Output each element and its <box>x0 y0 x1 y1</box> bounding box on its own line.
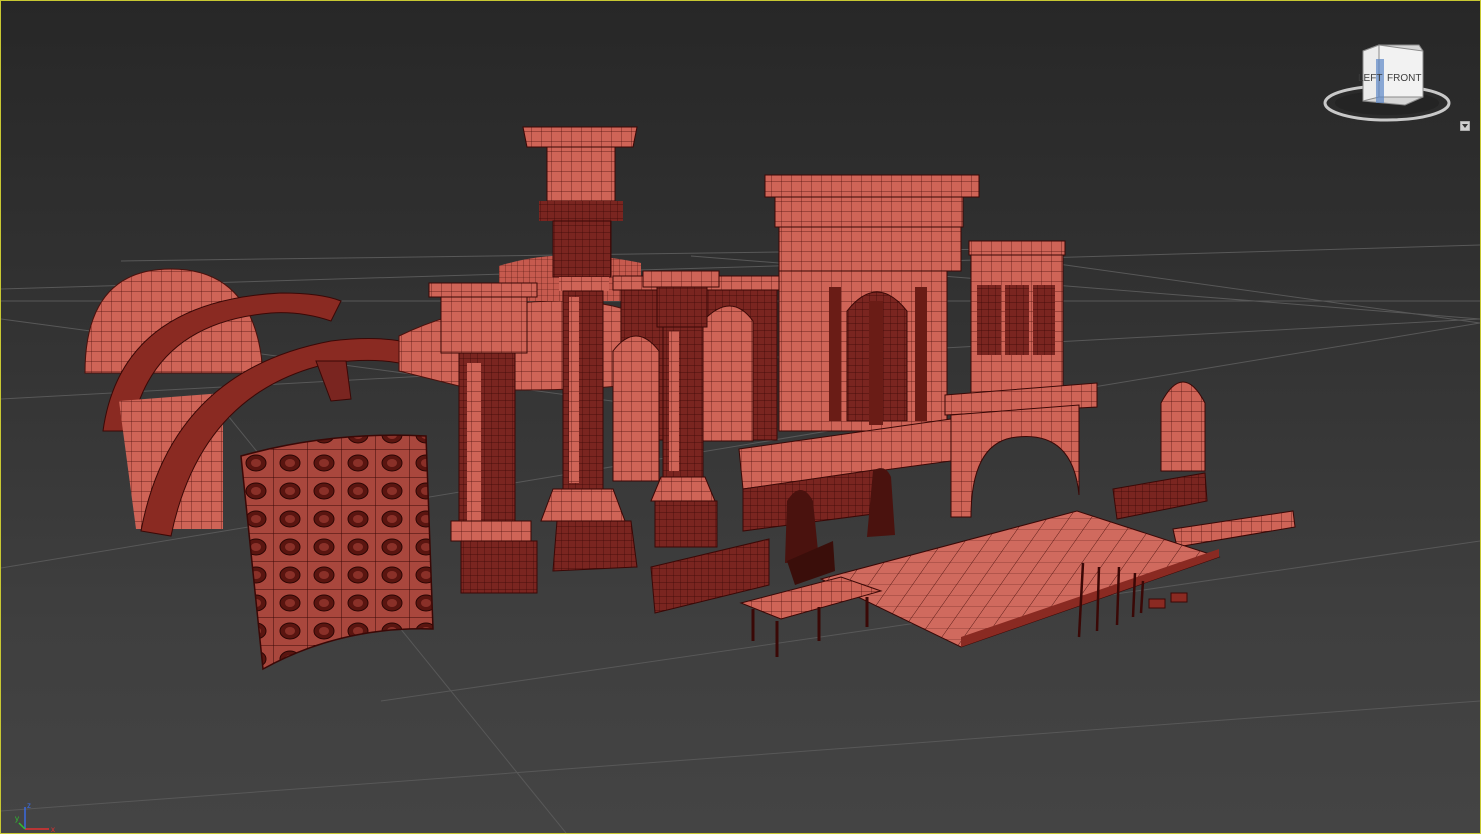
gothic-window-model <box>1112 381 1208 520</box>
window-wall-model <box>968 240 1066 396</box>
brick-props <box>1148 592 1188 609</box>
axis-x-label: x <box>51 825 55 833</box>
viewcube-front-face <box>1378 44 1424 98</box>
bench-model <box>739 576 883 657</box>
perspective-viewport[interactable]: LEFT FRONT x z y <box>0 0 1481 834</box>
scene-canvas[interactable] <box>1 1 1480 833</box>
viewcube[interactable]: LEFT FRONT <box>1319 39 1469 131</box>
axis-tripod-icon: x z y <box>15 799 55 833</box>
steps-model <box>1172 510 1296 548</box>
arch-gate-model <box>944 382 1098 518</box>
axis-y-label: y <box>15 814 19 823</box>
viewcube-left-label[interactable]: LEFT <box>1358 73 1382 84</box>
axis-z-label: z <box>27 801 31 810</box>
square-pillar-model <box>428 282 538 594</box>
triumphal-arch-model <box>764 174 980 432</box>
viewcube-front-label[interactable]: FRONT <box>1387 73 1421 84</box>
chevron-down-icon[interactable] <box>1459 118 1471 132</box>
